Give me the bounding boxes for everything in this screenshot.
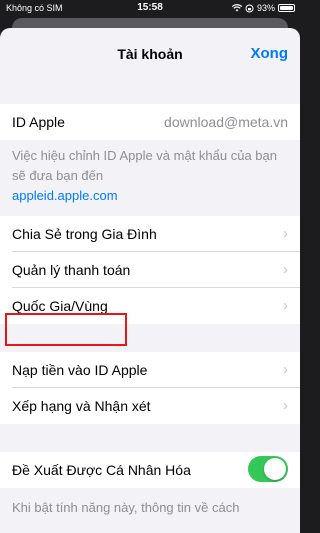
apple-id-group: ID Apple download@meta.vn <box>0 104 300 140</box>
ratings-reviews-label: Xếp hạng và Nhận xét <box>12 398 151 414</box>
personalized-recommendations-row: Đề Xuất Được Cá Nhân Hóa <box>0 452 300 488</box>
status-bar: Không có SIM 15:58 93% <box>0 0 300 18</box>
personalization-toggle[interactable] <box>248 456 288 482</box>
wifi-icon <box>231 4 242 12</box>
personalization-group: Đề Xuất Được Cá Nhân Hóa <box>0 452 300 488</box>
status-icons: 93% <box>231 3 295 13</box>
manage-payments-label: Quản lý thanh toán <box>12 262 131 278</box>
chevron-right-icon: › <box>283 361 288 378</box>
add-funds-label: Nạp tiền vào ID Apple <box>12 362 148 378</box>
chevron-right-icon: › <box>283 297 288 314</box>
country-region-label: Quốc Gia/Vùng <box>12 298 108 314</box>
battery-icon <box>278 4 295 12</box>
chevron-right-icon: › <box>283 261 288 278</box>
apple-id-row[interactable]: ID Apple download@meta.vn <box>0 104 300 140</box>
apple-id-link[interactable]: appleid.apple.com <box>12 186 288 206</box>
chevron-right-icon: › <box>283 397 288 414</box>
account-sheet: Tài khoản Xong ID Apple download@meta.vn… <box>0 28 300 533</box>
apple-id-label: ID Apple <box>12 114 65 130</box>
done-button[interactable]: Xong <box>251 45 289 62</box>
rotation-lock-icon <box>245 4 254 12</box>
apple-id-note: Việc hiệu chỉnh ID Apple và mật khẩu của… <box>12 148 277 183</box>
personalization-footer: Khi bật tính năng này, thông tin về cách <box>0 488 300 518</box>
chevron-right-icon: › <box>283 225 288 242</box>
settings-group-2: Nạp tiền vào ID Apple › Xếp hạng và Nhận… <box>0 352 300 424</box>
ratings-reviews-row[interactable]: Xếp hạng và Nhận xét › <box>0 388 300 424</box>
battery-percentage: 93% <box>256 3 275 13</box>
navigation-bar: Tài khoản Xong <box>0 28 300 80</box>
settings-group-1: Chia Sẻ trong Gia Đình › Quản lý thanh t… <box>0 216 300 324</box>
add-funds-row[interactable]: Nạp tiền vào ID Apple › <box>0 352 300 388</box>
family-sharing-row[interactable]: Chia Sẻ trong Gia Đình › <box>0 216 300 252</box>
personalized-recommendations-label: Đề Xuất Được Cá Nhân Hóa <box>12 462 191 478</box>
apple-id-value: download@meta.vn <box>164 114 288 130</box>
personalization-footer-text: Khi bật tính năng này, thông tin về cách <box>12 500 240 515</box>
manage-payments-row[interactable]: Quản lý thanh toán › <box>0 252 300 288</box>
toggle-knob <box>264 458 286 480</box>
apple-id-footer: Việc hiệu chỉnh ID Apple và mật khẩu của… <box>0 140 300 216</box>
highlight-box <box>5 313 127 346</box>
family-sharing-label: Chia Sẻ trong Gia Đình <box>12 226 157 242</box>
